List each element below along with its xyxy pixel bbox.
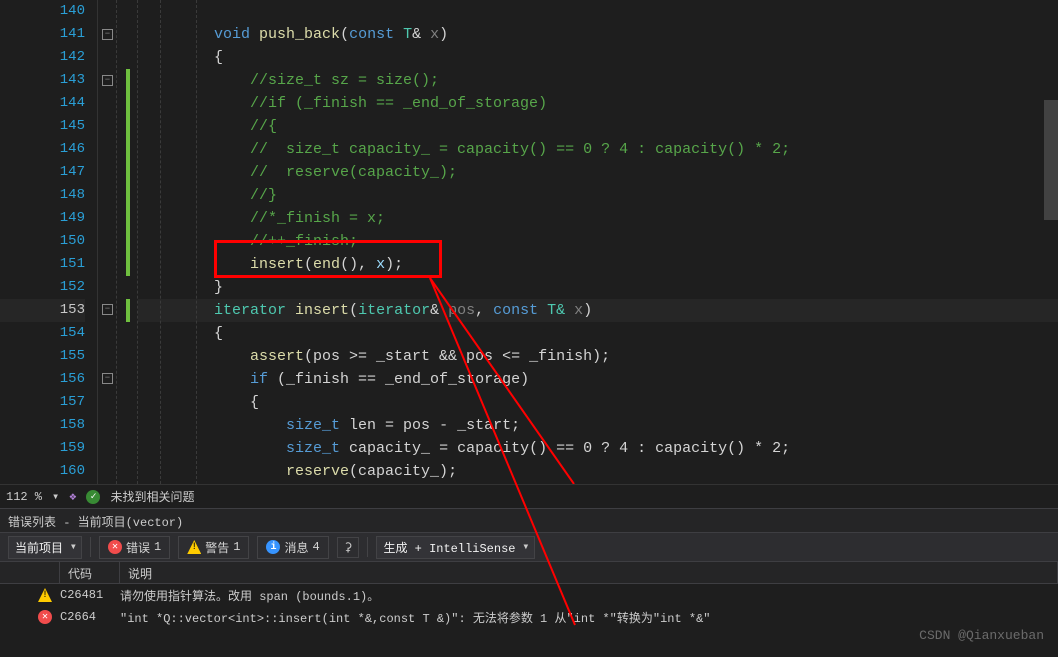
- errors-label: 错误: [126, 539, 150, 556]
- table-row[interactable]: ✕ C2664 "int *Q::vector<int>::insert(int…: [0, 606, 1058, 628]
- change-marker: [126, 69, 130, 276]
- code-line: size_t capacity_ = capacity() == 0 ? 4 :…: [138, 437, 1058, 460]
- warning-icon: !: [187, 540, 201, 554]
- error-icon: ✕: [38, 610, 52, 624]
- code-line: // size_t capacity_ = capacity() == 0 ? …: [138, 138, 1058, 161]
- warnings-filter-button[interactable]: ! 警告 1: [178, 536, 249, 559]
- errors-count: 1: [154, 540, 161, 554]
- line-number-gutter: 1401411421431441451461471481491501511521…: [0, 0, 98, 484]
- error-code: C2664: [60, 610, 120, 624]
- scope-dropdown[interactable]: 当前项目: [8, 536, 82, 559]
- clear-filter-button[interactable]: ⚳: [337, 537, 360, 558]
- code-editor[interactable]: 1401411421431441451461471481491501511521…: [0, 0, 1058, 484]
- code-line: assert(pos >= _start && pos <= _finish);: [138, 345, 1058, 368]
- zoom-level[interactable]: 112 %: [6, 490, 42, 504]
- intellisense-icon[interactable]: ❖: [69, 489, 76, 504]
- code-line: void push_back(const T& x): [138, 23, 1058, 46]
- column-description[interactable]: 说明: [120, 562, 1058, 583]
- code-line: //size_t sz = size();: [138, 69, 1058, 92]
- messages-filter-button[interactable]: i 消息 4: [257, 536, 328, 559]
- warnings-count: 1: [233, 540, 240, 554]
- divider: [367, 537, 368, 557]
- error-table-header: 代码 说明: [0, 562, 1058, 584]
- code-line: if (_finish == _end_of_storage): [138, 368, 1058, 391]
- error-icon: ✕: [108, 540, 122, 554]
- messages-label: 消息: [284, 539, 308, 556]
- code-line: {: [138, 391, 1058, 414]
- code-line: //{: [138, 115, 1058, 138]
- fold-toggle[interactable]: −: [102, 373, 113, 384]
- scrollbar-thumb[interactable]: [1044, 100, 1058, 220]
- fold-toggle[interactable]: −: [102, 29, 113, 40]
- code-line: [138, 0, 1058, 23]
- code-line-current: iterator insert(iterator& pos, const T& …: [138, 299, 1058, 322]
- warnings-label: 警告: [205, 539, 229, 556]
- change-marker: [126, 299, 130, 322]
- code-line: //if (_finish == _end_of_storage): [138, 92, 1058, 115]
- code-line: //}: [138, 184, 1058, 207]
- zoom-dropdown-icon[interactable]: ▾: [52, 489, 59, 504]
- build-source-dropdown[interactable]: 生成 + IntelliSense: [376, 536, 534, 559]
- watermark: CSDN @Qianxueban: [919, 628, 1044, 643]
- fold-toggle[interactable]: −: [102, 304, 113, 315]
- divider: [90, 537, 91, 557]
- fold-gutter: − − − −: [98, 0, 138, 484]
- code-line: {: [138, 322, 1058, 345]
- editor-status-bar: 112 % ▾ ❖ ✓ 未找到相关问题: [0, 484, 1058, 508]
- check-icon: ✓: [86, 490, 100, 504]
- error-list-toolbar: 当前项目 ✕ 错误 1 ! 警告 1 i 消息 4 ⚳ 生成 + Intelli…: [0, 532, 1058, 562]
- code-line: {: [138, 46, 1058, 69]
- fold-toggle[interactable]: −: [102, 75, 113, 86]
- messages-count: 4: [312, 540, 319, 554]
- issues-status: 未找到相关问题: [110, 488, 194, 505]
- code-line: insert(end(), x);: [138, 253, 1058, 276]
- code-line: reserve(capacity_);: [138, 460, 1058, 483]
- code-content[interactable]: void push_back(const T& x) { //size_t sz…: [138, 0, 1058, 484]
- code-line: //++_finish;: [138, 230, 1058, 253]
- code-line: }: [138, 276, 1058, 299]
- code-line: size_t len = pos - _start;: [138, 414, 1058, 437]
- error-list-title: 错误列表 - 当前项目(vector): [0, 508, 1058, 532]
- column-code[interactable]: 代码: [60, 562, 120, 583]
- error-code: C26481: [60, 588, 120, 602]
- code-line: //*_finish = x;: [138, 207, 1058, 230]
- errors-filter-button[interactable]: ✕ 错误 1: [99, 536, 170, 559]
- info-icon: i: [266, 540, 280, 554]
- code-line: // reserve(capacity_);: [138, 161, 1058, 184]
- warning-icon: !: [38, 588, 52, 602]
- error-description: 请勿使用指针算法。改用 span (bounds.1)。: [120, 587, 1058, 604]
- error-description: "int *Q::vector<int>::insert(int *&,cons…: [120, 609, 1058, 626]
- table-row[interactable]: ! C26481 请勿使用指针算法。改用 span (bounds.1)。: [0, 584, 1058, 606]
